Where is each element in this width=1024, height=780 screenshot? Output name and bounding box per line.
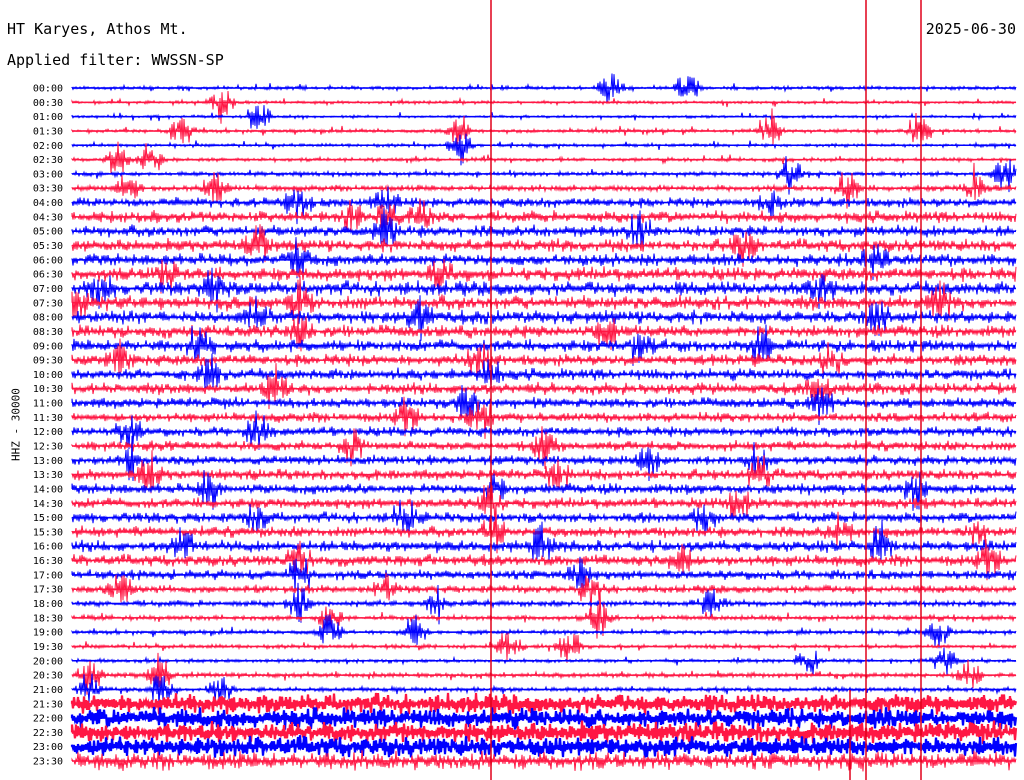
- time-tick-label: 04:00: [33, 198, 63, 209]
- time-tick-label: 16:00: [33, 542, 63, 553]
- trace-line: [71, 133, 1017, 166]
- time-tick-label: 20:00: [33, 656, 63, 667]
- time-tick-label: 02:00: [33, 141, 63, 152]
- trace-line: [71, 632, 1017, 663]
- trace-group: [70, 73, 1018, 772]
- time-tick-label: 23:00: [33, 742, 63, 753]
- time-tick-label: 20:30: [33, 671, 63, 682]
- time-tick-label: 19:00: [33, 628, 63, 639]
- time-tick-label: 06:30: [33, 270, 63, 281]
- trace-line: [71, 572, 1017, 615]
- trace-line: [71, 108, 1017, 147]
- time-tick-label: 03:30: [33, 184, 63, 195]
- time-tick-label: 05:00: [33, 227, 63, 238]
- time-tick-label: 22:30: [33, 728, 63, 739]
- trace-line: [71, 519, 1017, 561]
- time-tick-label: 12:30: [33, 442, 63, 453]
- time-tick-label: 11:00: [33, 399, 63, 410]
- time-tick-label: 17:00: [33, 570, 63, 581]
- time-label-group: 00:00 00:30 01:00 01:30 02:00 02:30 03:00 03:30…: [33, 84, 63, 768]
- trace-line: [71, 141, 1017, 174]
- time-tick-label: 18:30: [33, 613, 63, 624]
- time-tick-label: 09:30: [33, 356, 63, 367]
- trace-line: [71, 90, 1017, 124]
- time-tick-label: 04:30: [33, 212, 63, 223]
- time-tick-label: 01:30: [33, 126, 63, 137]
- time-tick-label: 13:30: [33, 470, 63, 481]
- time-tick-label: 00:30: [33, 98, 63, 109]
- time-tick-label: 11:30: [33, 413, 63, 424]
- time-tick-label: 21:00: [33, 685, 63, 696]
- time-tick-label: 22:00: [33, 714, 63, 725]
- time-tick-label: 16:30: [33, 556, 63, 567]
- time-tick-label: 01:00: [33, 112, 63, 123]
- time-tick-label: 23:30: [33, 757, 63, 768]
- time-tick-label: 07:30: [33, 298, 63, 309]
- time-tick-label: 02:30: [33, 155, 63, 166]
- time-tick-label: 08:00: [33, 313, 63, 324]
- time-tick-label: 21:30: [33, 699, 63, 710]
- time-tick-label: 08:30: [33, 327, 63, 338]
- time-tick-label: 15:30: [33, 527, 63, 538]
- time-tick-label: 18:00: [33, 599, 63, 610]
- seismogram-plot: 00:00 00:30 01:00 01:30 02:00 02:30 03:00 03:30…: [33, 0, 1018, 780]
- time-tick-label: 15:00: [33, 513, 63, 524]
- time-tick-label: 17:30: [33, 585, 63, 596]
- trace-line: [71, 426, 1017, 470]
- time-tick-label: 14:30: [33, 499, 63, 510]
- time-tick-label: 19:30: [33, 642, 63, 653]
- time-tick-label: 09:00: [33, 341, 63, 352]
- time-tick-label: 13:00: [33, 456, 63, 467]
- time-tick-label: 10:00: [33, 370, 63, 381]
- time-tick-label: 05:30: [33, 241, 63, 252]
- time-tick-label: 12:00: [33, 427, 63, 438]
- time-tick-label: 03:00: [33, 169, 63, 180]
- time-tick-label: 06:00: [33, 255, 63, 266]
- time-tick-label: 10:30: [33, 384, 63, 395]
- time-tick-label: 14:00: [33, 484, 63, 495]
- time-tick-label: 00:00: [33, 84, 63, 95]
- time-tick-label: 07:00: [33, 284, 63, 295]
